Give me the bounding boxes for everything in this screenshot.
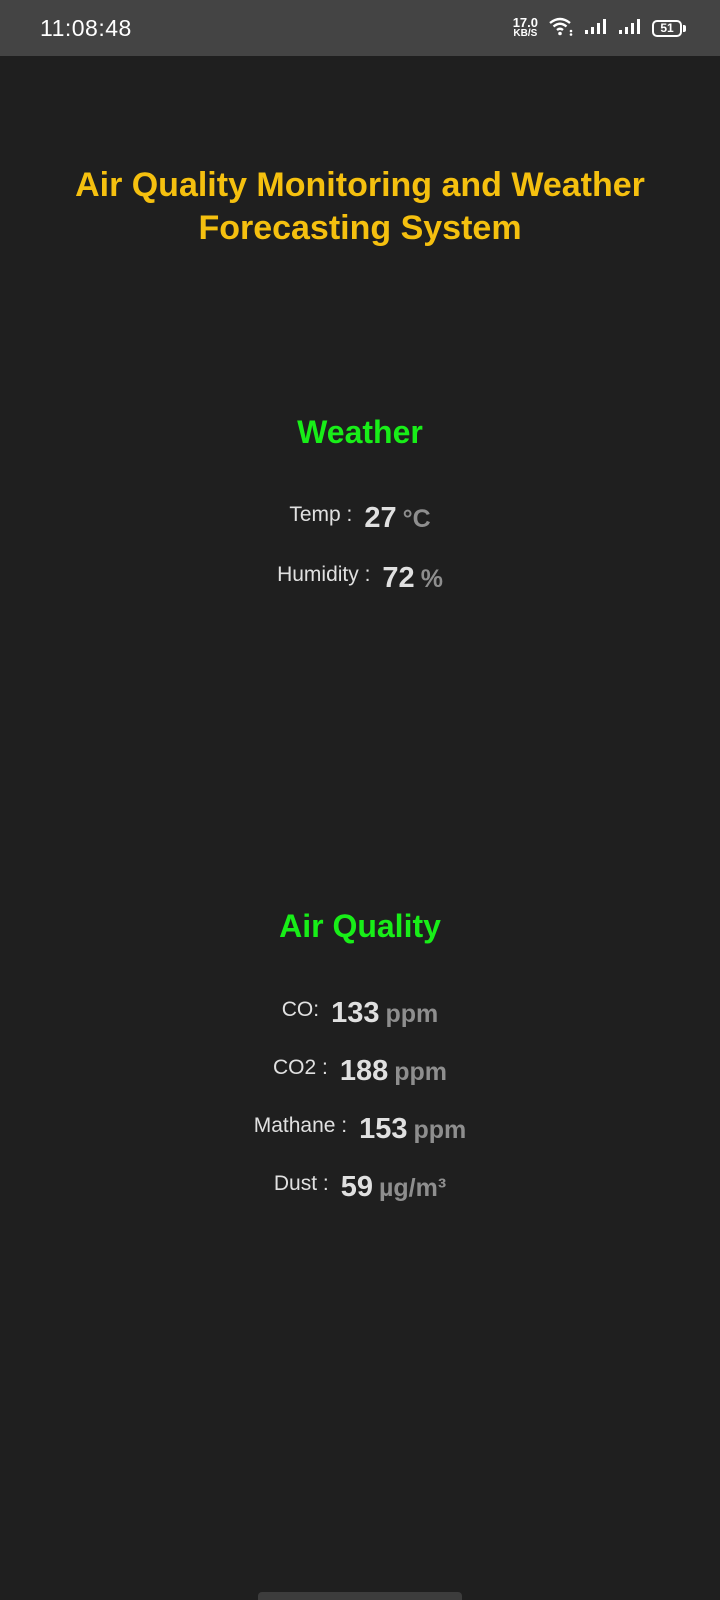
methane-unit: ppm (413, 1116, 467, 1144)
temperature-label: Temp : (289, 503, 353, 526)
co-reading: CO: 133 ppm (0, 997, 720, 1030)
battery-level: 51 (652, 19, 682, 37)
wifi-icon (548, 16, 574, 41)
temperature-unit: °C (402, 505, 431, 533)
air-quality-section-title: Air Quality (279, 908, 441, 944)
dust-label: Dust : (273, 1172, 329, 1195)
dust-reading: Dust : 59 µg/m³ (0, 1171, 720, 1204)
status-bar: 11:08:48 17.0 KB/S 51 (0, 0, 720, 56)
status-icons: 17.0 KB/S 51 (513, 16, 686, 41)
dust-value: 59 (340, 1171, 373, 1203)
status-time: 11:08:48 (40, 14, 132, 41)
app-screen: 11:08:48 17.0 KB/S 51 Air Quality Monito… (0, 0, 720, 1600)
co-value: 133 (331, 997, 380, 1029)
co2-unit: ppm (394, 1058, 448, 1086)
network-speed-unit: KB/S (513, 28, 538, 39)
humidity-unit: % (420, 565, 443, 593)
temperature-reading: Temp : 27 °C (0, 502, 720, 535)
weather-section-title: Weather (297, 414, 423, 450)
humidity-value: 72 (382, 562, 415, 594)
battery-tip (683, 24, 686, 32)
signal-icon (618, 17, 642, 40)
co-label: CO: (281, 998, 320, 1021)
battery-icon: 51 (652, 19, 686, 37)
methane-reading: Mathane : 153 ppm (0, 1113, 720, 1146)
signal-icon (584, 17, 608, 40)
home-gesture-bar[interactable] (258, 1592, 462, 1600)
methane-value: 153 (359, 1113, 408, 1145)
co2-value: 188 (339, 1055, 389, 1087)
app-title: Air Quality Monitoring and Weather Forec… (75, 166, 645, 247)
humidity-label: Humidity : (277, 563, 371, 586)
co2-reading: CO2 : 188 ppm (0, 1055, 720, 1088)
dust-unit: µg/m³ (378, 1174, 447, 1202)
humidity-reading: Humidity : 72 % (0, 562, 720, 595)
co2-label: CO2 : (272, 1056, 328, 1079)
network-speed-value: 17.0 (512, 15, 538, 30)
co-unit: ppm (385, 1000, 439, 1028)
temperature-value: 27 (364, 502, 397, 534)
methane-label: Mathane : (253, 1114, 348, 1137)
network-speed: 17.0 KB/S (512, 15, 538, 39)
